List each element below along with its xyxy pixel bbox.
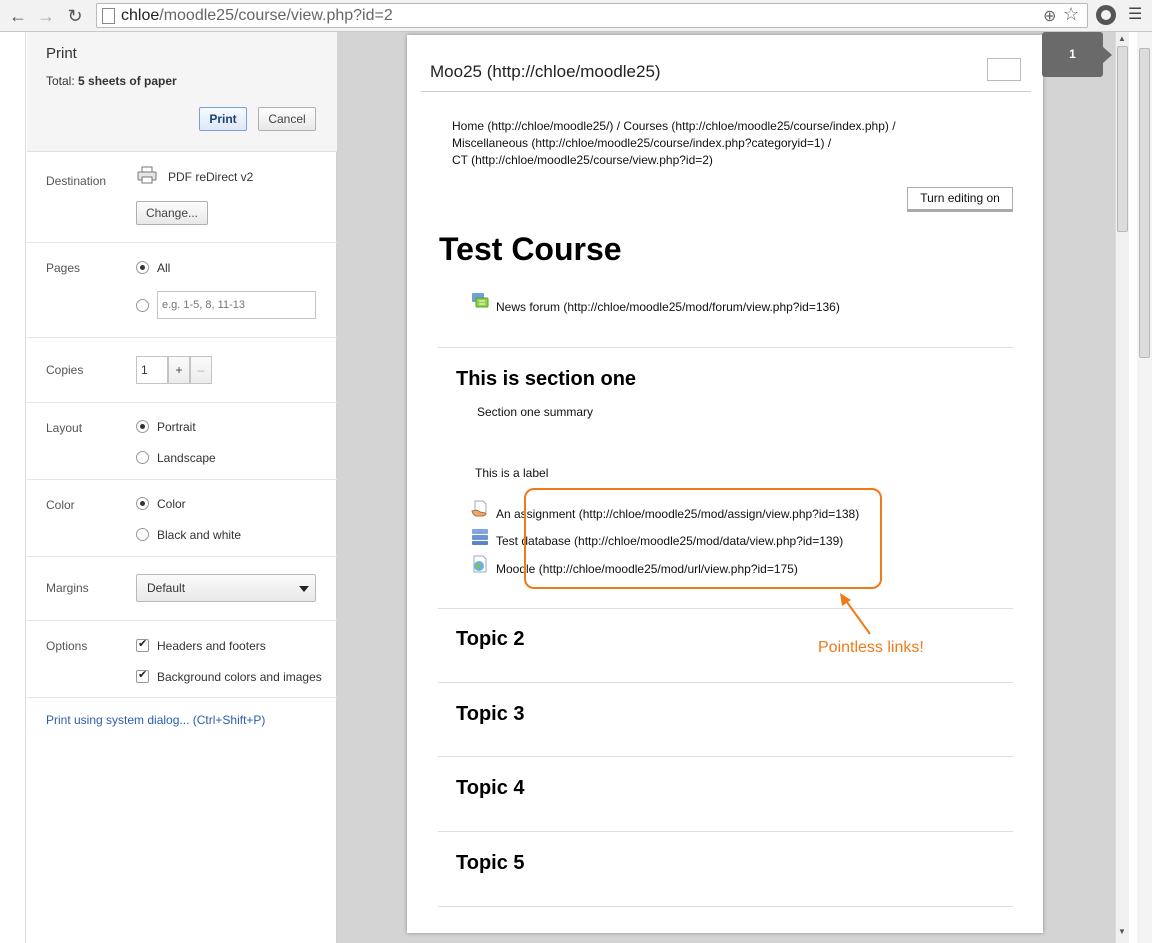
background-page <box>0 32 26 943</box>
print-header: Print Total: 5 sheets of paper Print Can… <box>27 32 337 152</box>
copies-decrement-button[interactable]: – <box>190 356 212 384</box>
preview-scroll-thumb[interactable] <box>1117 46 1128 232</box>
annotation-text: Pointless links! <box>818 639 924 656</box>
print-title: Print <box>46 45 77 62</box>
topic-2-divider <box>438 608 1013 609</box>
zoom-icon[interactable]: ⊕ <box>1043 6 1056 26</box>
background-graphics-checkbox[interactable] <box>136 668 149 683</box>
black-white-radio[interactable] <box>136 528 149 541</box>
topic-3-title: Topic 3 <box>456 703 525 725</box>
topic-2-title: Topic 2 <box>456 628 525 650</box>
layout-row: Layout Portrait Landscape <box>27 403 337 480</box>
turn-editing-button: Turn editing on <box>907 187 1013 212</box>
page-icon <box>102 8 115 24</box>
section-label: This is a label <box>475 466 549 480</box>
margins-label: Margins <box>46 581 89 595</box>
section-one-summary: Section one summary <box>477 405 594 419</box>
topic-5-divider <box>438 831 1013 832</box>
pages-all-label: All <box>157 261 171 275</box>
section-one-title: This is section one <box>456 368 637 390</box>
print-button[interactable]: Print <box>199 107 247 131</box>
url-icon <box>473 555 487 573</box>
topic-3-divider <box>438 682 1013 683</box>
pages-row: Pages All <box>27 243 337 338</box>
menu-icon[interactable]: ☰ <box>1128 4 1142 24</box>
copies-label: Copies <box>46 363 84 377</box>
bottom-divider <box>438 906 1013 907</box>
preview-scrollbar[interactable]: ▲ ▼ <box>1115 32 1129 943</box>
print-total: Total: 5 sheets of paper <box>46 74 177 88</box>
destination-label: Destination <box>46 174 107 188</box>
chevron-down-icon <box>299 586 309 592</box>
header-divider <box>421 91 1031 92</box>
color-row: Color Color Black and white <box>27 480 337 557</box>
options-row: Options Headers and footers Background c… <box>27 621 337 698</box>
system-dialog-link[interactable]: Print using system dialog... (Ctrl+Shift… <box>46 713 265 727</box>
margins-row: Margins Default <box>27 557 337 621</box>
back-icon[interactable]: ← <box>6 4 30 28</box>
breadcrumb-line-2: Miscellaneous (http://chloe/moodle25/cou… <box>452 136 832 150</box>
color-option-label: Color <box>157 497 186 511</box>
topic-5-title: Topic 5 <box>456 852 525 874</box>
breadcrumb-line-3: CT (http://chloe/moodle25/course/view.ph… <box>452 153 713 167</box>
landscape-label: Landscape <box>157 451 216 465</box>
site-title: Moo25 (http://chloe/moodle25) <box>430 62 661 81</box>
scroll-down-icon[interactable]: ▼ <box>1118 927 1126 936</box>
news-forum-link: News forum (http://chloe/moodle25/mod/fo… <box>496 300 840 314</box>
copies-increment-button[interactable]: + <box>168 356 190 384</box>
color-label: Color <box>46 498 75 512</box>
pages-all-radio[interactable] <box>136 261 149 274</box>
landscape-radio[interactable] <box>136 451 149 464</box>
course-title: Test Course <box>439 231 622 267</box>
annotation-highlight-box <box>524 488 882 589</box>
background-graphics-label: Background colors and images <box>157 670 322 684</box>
preview-page: Moo25 (http://chloe/moodle25) Home (http… <box>407 35 1043 933</box>
headers-footers-checkbox[interactable] <box>136 637 149 652</box>
forward-icon[interactable]: → <box>34 4 58 28</box>
portrait-label: Portrait <box>157 420 196 434</box>
layout-label: Layout <box>46 421 83 435</box>
forum-icon <box>472 293 489 308</box>
page-number-badge: 1 <box>1042 32 1112 77</box>
reload-icon[interactable]: ↻ <box>63 4 87 28</box>
color-radio[interactable] <box>136 497 149 510</box>
page-header-box <box>987 58 1021 81</box>
destination-printer: PDF reDirect v2 <box>168 170 254 184</box>
address-url: chloe/moodle25/course/view.php?id=2 <box>121 7 393 24</box>
printer-icon <box>137 166 157 184</box>
annotation-arrow-icon <box>840 593 871 635</box>
cancel-button[interactable]: Cancel <box>258 107 316 131</box>
browser-toolbar: ← → ↻ chloe/moodle25/course/view.php?id=… <box>0 0 1152 32</box>
headers-footers-label: Headers and footers <box>157 639 266 653</box>
black-white-label: Black and white <box>157 528 242 542</box>
change-destination-button[interactable]: Change... <box>136 201 208 225</box>
topic-4-divider <box>438 756 1013 757</box>
breadcrumb-line-1: Home (http://chloe/moodle25/) / Courses … <box>452 119 896 133</box>
topic-4-title: Topic 4 <box>456 777 525 799</box>
pages-range-radio[interactable] <box>136 299 149 312</box>
page-scrollbar[interactable] <box>1137 32 1152 943</box>
margins-value: Default <box>147 581 186 595</box>
copies-row: Copies 1 + – <box>27 338 337 403</box>
page-scroll-thumb[interactable] <box>1139 48 1150 358</box>
pages-range-input[interactable] <box>157 291 316 319</box>
margins-select[interactable]: Default <box>136 574 316 602</box>
star-icon[interactable]: ☆ <box>1063 4 1079 25</box>
options-label: Options <box>46 639 88 653</box>
extension-icon[interactable] <box>1096 5 1116 25</box>
database-icon <box>472 529 488 545</box>
address-bar[interactable]: chloe/moodle25/course/view.php?id=2 ⊕ ☆ <box>96 3 1088 28</box>
copies-input[interactable]: 1 <box>136 356 168 384</box>
assignment-icon <box>471 500 487 517</box>
print-sidebar: Print Total: 5 sheets of paper Print Can… <box>27 32 337 943</box>
section-divider <box>438 347 1013 348</box>
pages-label: Pages <box>46 261 81 275</box>
scroll-up-icon[interactable]: ▲ <box>1118 34 1126 43</box>
destination-row: Destination PDF reDirect v2 Change... <box>27 152 337 243</box>
portrait-radio[interactable] <box>136 420 149 433</box>
breadcrumb: Home (http://chloe/moodle25/) / Courses … <box>452 118 896 169</box>
